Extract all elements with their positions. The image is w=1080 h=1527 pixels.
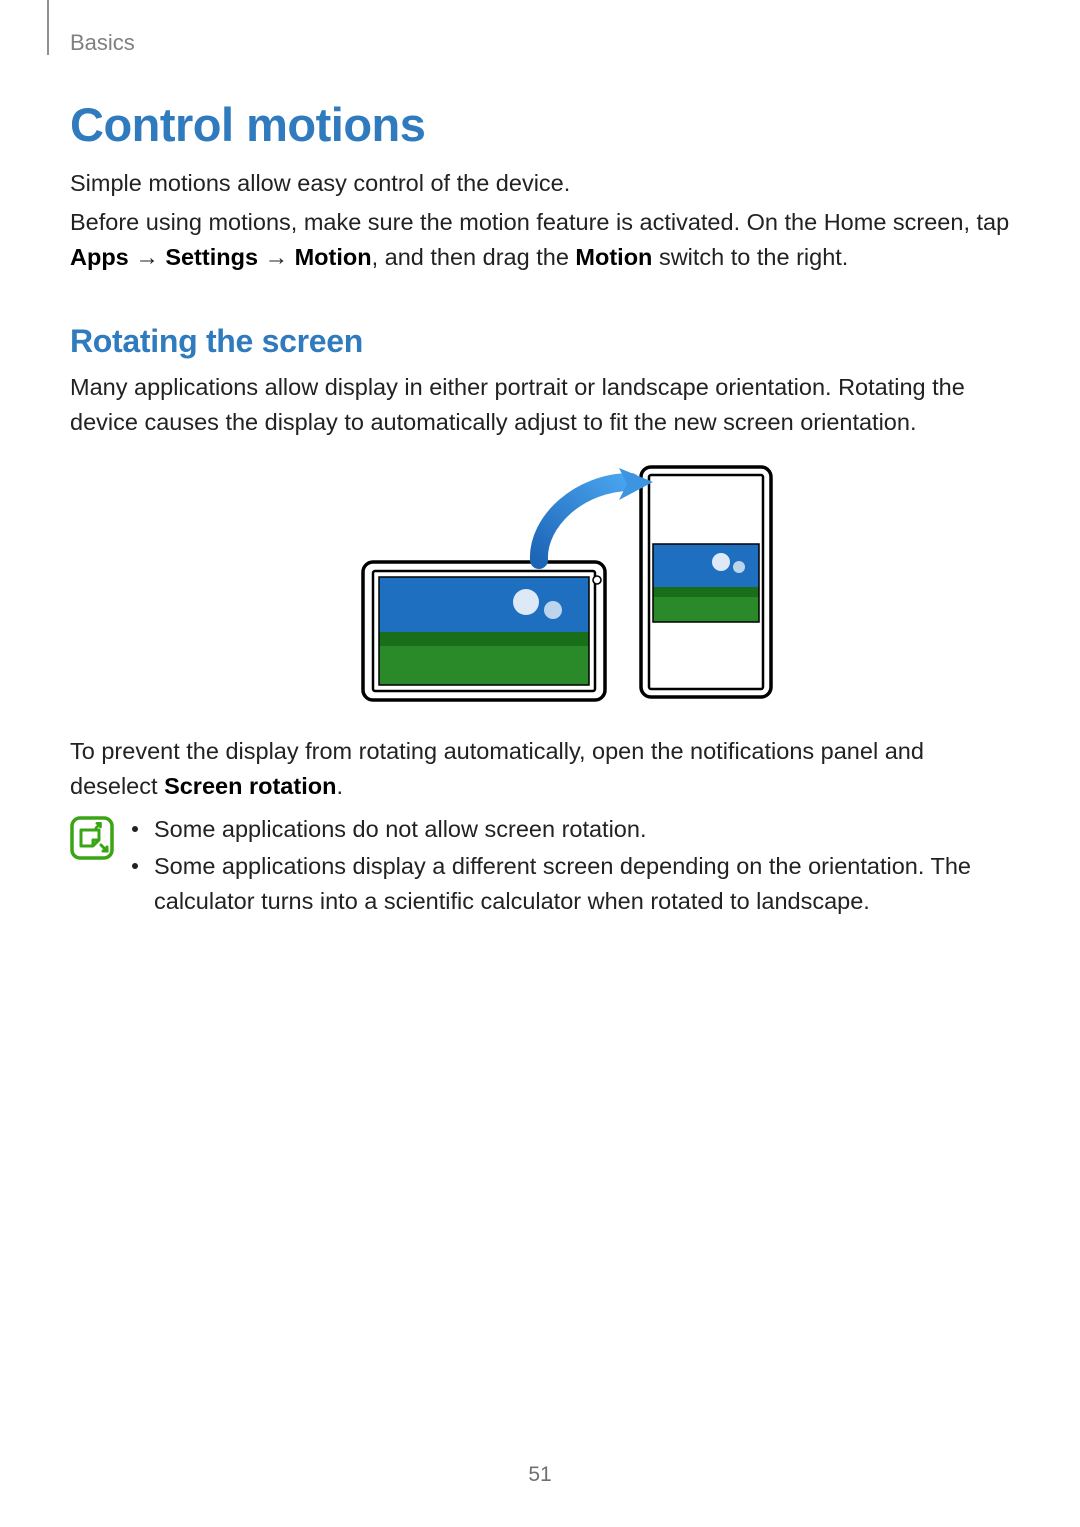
note-bullets: Some applications do not allow screen ro… [132, 812, 1012, 919]
note-block: Some applications do not allow screen ro… [70, 812, 1012, 919]
intro-paragraph-2: Before using motions, make sure the moti… [70, 205, 1012, 275]
text-settings: Settings [165, 244, 258, 270]
rotation-figure [70, 462, 1012, 712]
text: switch to the right. [652, 244, 848, 270]
note-icon [70, 816, 114, 860]
text-motion-2: Motion [575, 244, 652, 270]
text-motion: Motion [295, 244, 372, 270]
bullet-dot [132, 863, 138, 869]
bullet-item: Some applications display a different sc… [132, 849, 1012, 919]
page-number: 51 [0, 1463, 1080, 1487]
text-apps: Apps [70, 244, 129, 270]
page-content: Control motions Simple motions allow eas… [70, 97, 1012, 919]
bullet-item: Some applications do not allow screen ro… [132, 812, 1012, 847]
text: → [129, 244, 166, 270]
text: → [258, 244, 295, 270]
text-screen-rotation: Screen rotation [164, 773, 336, 799]
bullet-text: Some applications display a different sc… [154, 849, 1012, 919]
heading-control-motions: Control motions [70, 97, 1012, 152]
heading-rotating-screen: Rotating the screen [70, 323, 1012, 360]
bullet-dot [132, 826, 138, 832]
section-label: Basics [70, 30, 135, 56]
text: , and then drag the [372, 244, 576, 270]
text: Before using motions, make sure the moti… [70, 209, 1009, 235]
text: . [336, 773, 343, 799]
bullet-text: Some applications do not allow screen ro… [154, 812, 646, 847]
header-rule [47, 0, 49, 55]
rotating-paragraph: Many applications allow display in eithe… [70, 370, 1012, 440]
prevent-paragraph: To prevent the display from rotating aut… [70, 734, 1012, 804]
intro-paragraph-1: Simple motions allow easy control of the… [70, 166, 1012, 201]
